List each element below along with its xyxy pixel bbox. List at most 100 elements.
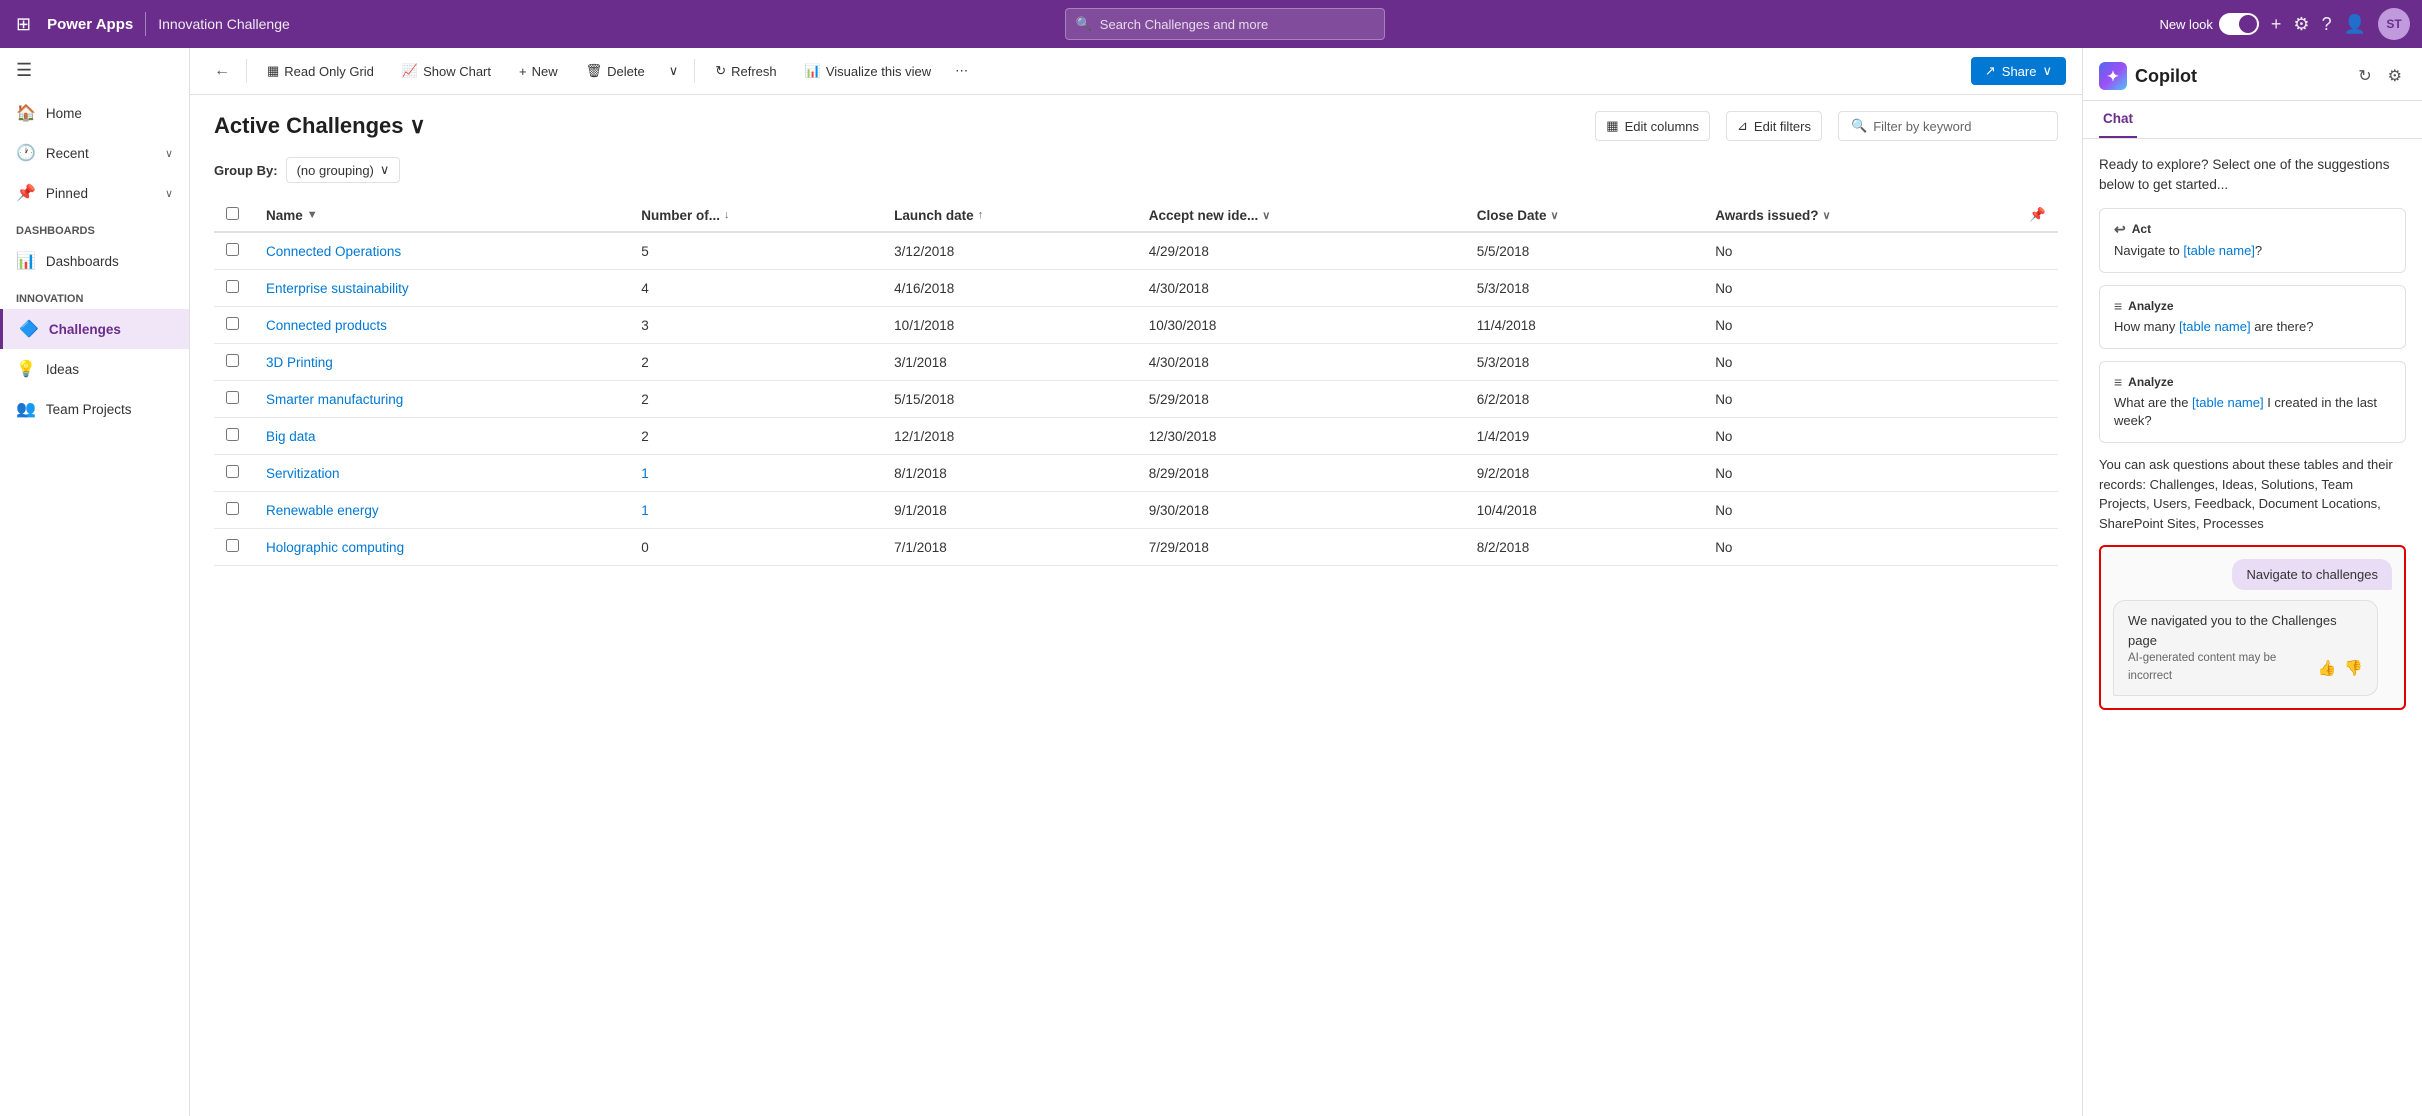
suggestion-analyze-1[interactable]: ≡ Analyze How many [table name] are ther… xyxy=(2099,285,2406,349)
sidebar-item-home[interactable]: 🏠 Home xyxy=(0,93,189,133)
waffle-icon[interactable]: ⊞ xyxy=(12,10,35,39)
row-checkbox-cell[interactable] xyxy=(214,529,254,566)
row-name-cell[interactable]: Connected Operations xyxy=(254,232,629,270)
edit-columns-button[interactable]: ▦ Edit columns xyxy=(1595,111,1710,141)
suggestion-link-2[interactable]: [table name] xyxy=(2179,319,2251,334)
row-checkbox[interactable] xyxy=(226,391,239,404)
thumbs-up-button[interactable]: 👍 xyxy=(2318,659,2337,677)
col-header-close[interactable]: Close Date ∨ xyxy=(1465,199,1703,232)
view-title-chevron-icon[interactable]: ∨ xyxy=(410,113,426,139)
row-count-cell: 3 xyxy=(629,307,882,344)
table-row[interactable]: 3D Printing 2 3/1/2018 4/30/2018 5/3/201… xyxy=(214,344,2058,381)
tab-chat[interactable]: Chat xyxy=(2099,101,2137,138)
sidebar-collapse-btn[interactable]: ☰ xyxy=(0,48,189,93)
table-row[interactable]: Holographic computing 0 7/1/2018 7/29/20… xyxy=(214,529,2058,566)
row-checkbox[interactable] xyxy=(226,354,239,367)
row-checkbox[interactable] xyxy=(226,539,239,552)
row-count-cell[interactable]: 1 xyxy=(629,492,882,529)
row-name-cell[interactable]: 3D Printing xyxy=(254,344,629,381)
row-awards-cell: No xyxy=(1703,418,2017,455)
row-checkbox-cell[interactable] xyxy=(214,492,254,529)
col-header-launch[interactable]: Launch date ↑ xyxy=(882,199,1137,232)
select-all-checkbox[interactable] xyxy=(214,199,254,232)
pin-icon: 📌 xyxy=(16,183,36,203)
sidebar-item-team-projects[interactable]: 👥 Team Projects xyxy=(0,389,189,429)
show-chart-button[interactable]: 📈 Show Chart xyxy=(390,57,503,85)
row-name-cell[interactable]: Holographic computing xyxy=(254,529,629,566)
row-checkbox[interactable] xyxy=(226,502,239,515)
row-accept-cell: 4/30/2018 xyxy=(1137,344,1465,381)
back-button[interactable]: ← xyxy=(206,56,238,86)
sidebar-item-recent[interactable]: 🕐 Recent ∨ xyxy=(0,133,189,173)
suggestion-link-3[interactable]: [table name] xyxy=(2192,395,2264,410)
delete-dropdown-button[interactable]: ∨ xyxy=(661,57,687,85)
sort-icon: ↓ xyxy=(724,209,730,221)
col-header-count[interactable]: Number of... ↓ xyxy=(629,199,882,232)
people-icon[interactable]: 👤 xyxy=(2344,14,2366,35)
share-button[interactable]: ↗ Share ∨ xyxy=(1971,57,2066,85)
table-row[interactable]: Connected products 3 10/1/2018 10/30/201… xyxy=(214,307,2058,344)
visualize-button[interactable]: 📊 Visualize this view xyxy=(793,57,943,85)
header-checkbox[interactable] xyxy=(226,207,239,220)
thumbs-down-button[interactable]: 👎 xyxy=(2344,659,2363,677)
suggestion-act[interactable]: ↩ Act Navigate to [table name]? xyxy=(2099,208,2406,273)
row-checkbox[interactable] xyxy=(226,428,239,441)
table-row[interactable]: Connected Operations 5 3/12/2018 4/29/20… xyxy=(214,232,2058,270)
more-options-button[interactable]: ⋯ xyxy=(947,57,976,85)
row-checkbox-cell[interactable] xyxy=(214,418,254,455)
row-checkbox-cell[interactable] xyxy=(214,307,254,344)
new-button[interactable]: + New xyxy=(507,58,570,85)
avatar[interactable]: ST xyxy=(2378,8,2410,40)
settings-icon[interactable]: ⚙ xyxy=(2293,14,2309,35)
row-name-cell[interactable]: Smarter manufacturing xyxy=(254,381,629,418)
row-checkbox[interactable] xyxy=(226,317,239,330)
sidebar-item-challenges[interactable]: 🔷 Challenges xyxy=(0,309,189,349)
suggestion-link-1[interactable]: [table name] xyxy=(2183,243,2255,258)
new-look-toggle[interactable] xyxy=(2219,13,2259,35)
row-count-cell[interactable]: 1 xyxy=(629,455,882,492)
copilot-settings-button[interactable]: ⚙ xyxy=(2384,62,2406,90)
row-checkbox-cell[interactable] xyxy=(214,381,254,418)
sidebar-item-pinned[interactable]: 📌 Pinned ∨ xyxy=(0,173,189,213)
table-row[interactable]: Smarter manufacturing 2 5/15/2018 5/29/2… xyxy=(214,381,2058,418)
view-actions: ▦ Edit columns ⊿ Edit filters 🔍 Filter b… xyxy=(1595,111,2058,141)
row-checkbox-cell[interactable] xyxy=(214,455,254,492)
row-close-cell: 6/2/2018 xyxy=(1465,381,1703,418)
table-row[interactable]: Renewable energy 1 9/1/2018 9/30/2018 10… xyxy=(214,492,2058,529)
add-icon[interactable]: + xyxy=(2271,14,2282,35)
refresh-button[interactable]: ↻ Refresh xyxy=(703,57,788,85)
row-name-cell[interactable]: Big data xyxy=(254,418,629,455)
sidebar-item-dashboards[interactable]: 📊 Dashboards xyxy=(0,241,189,281)
sidebar-item-ideas[interactable]: 💡 Ideas xyxy=(0,349,189,389)
col-header-accept[interactable]: Accept new ide... ∨ xyxy=(1137,199,1465,232)
row-name-cell[interactable]: Connected products xyxy=(254,307,629,344)
help-icon[interactable]: ? xyxy=(2322,14,2332,35)
copilot-refresh-button[interactable]: ↻ xyxy=(2354,62,2375,90)
col-header-name[interactable]: Name ▼ xyxy=(254,199,629,232)
row-launch-cell: 12/1/2018 xyxy=(882,418,1137,455)
row-checkbox[interactable] xyxy=(226,243,239,256)
table-row[interactable]: Enterprise sustainability 4 4/16/2018 4/… xyxy=(214,270,2058,307)
edit-filters-label: Edit filters xyxy=(1754,119,1811,134)
group-by-select[interactable]: (no grouping) ∨ xyxy=(286,157,401,183)
read-only-grid-button[interactable]: ▦ Read Only Grid xyxy=(255,57,386,85)
row-name-cell[interactable]: Renewable energy xyxy=(254,492,629,529)
row-name-cell[interactable]: Enterprise sustainability xyxy=(254,270,629,307)
edit-filters-icon: ⊿ xyxy=(1737,118,1748,134)
row-checkbox-cell[interactable] xyxy=(214,344,254,381)
filter-input[interactable]: 🔍 Filter by keyword xyxy=(1838,111,2058,141)
row-checkbox[interactable] xyxy=(226,465,239,478)
row-checkbox[interactable] xyxy=(226,280,239,293)
edit-filters-button[interactable]: ⊿ Edit filters xyxy=(1726,111,1822,141)
row-checkbox-cell[interactable] xyxy=(214,232,254,270)
suggestion-analyze-2[interactable]: ≡ Analyze What are the [table name] I cr… xyxy=(2099,361,2406,443)
row-name-cell[interactable]: Servitization xyxy=(254,455,629,492)
global-search[interactable]: 🔍 Search Challenges and more xyxy=(1065,8,1385,40)
delete-button[interactable]: 🗑 Delete xyxy=(574,57,657,85)
col-header-awards[interactable]: Awards issued? ∨ xyxy=(1703,199,2017,232)
table-row[interactable]: Servitization 1 8/1/2018 8/29/2018 9/2/2… xyxy=(214,455,2058,492)
row-awards-cell: No xyxy=(1703,492,2017,529)
plus-icon: + xyxy=(519,64,527,79)
table-row[interactable]: Big data 2 12/1/2018 12/30/2018 1/4/2019… xyxy=(214,418,2058,455)
row-checkbox-cell[interactable] xyxy=(214,270,254,307)
